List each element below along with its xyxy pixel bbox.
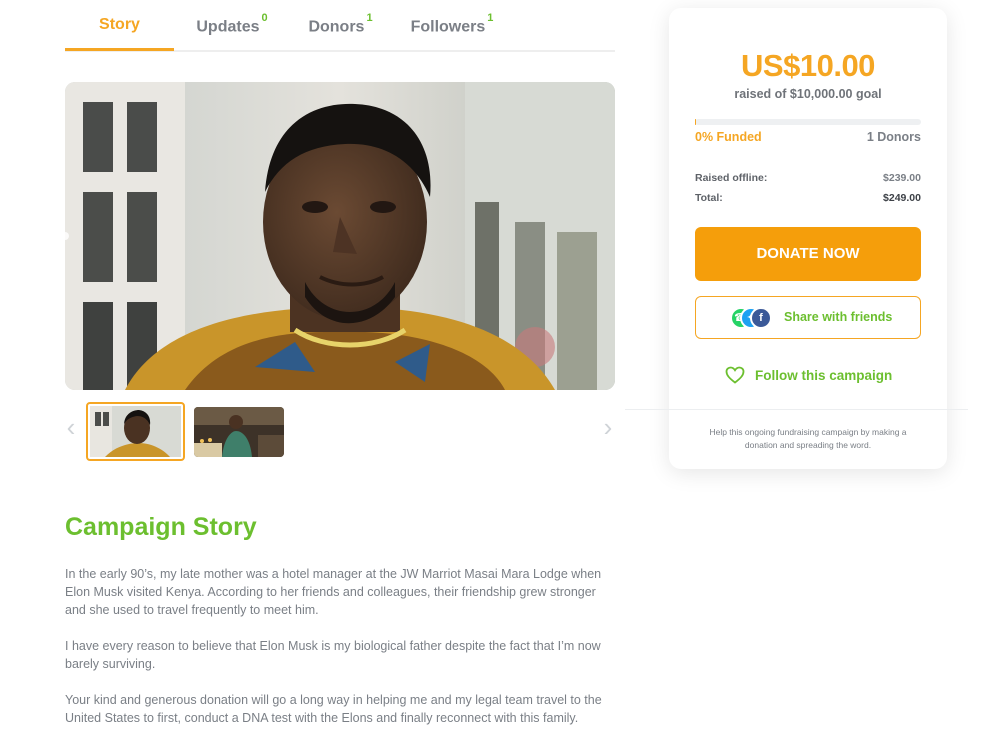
facebook-icon: f	[750, 307, 772, 329]
tab-updates[interactable]: Updates0	[187, 12, 277, 52]
campaign-story-title: Campaign Story	[65, 513, 257, 541]
share-icons: ☎ ✦ f	[730, 307, 776, 329]
gallery-prev-button[interactable]: ‹	[61, 412, 81, 442]
donation-card: US$10.00 raised of $10,000.00 goal 0% Fu…	[669, 8, 947, 469]
amount-raised: US$10.00	[741, 48, 875, 83]
tab-donors-count: 1	[366, 12, 373, 24]
heart-icon	[725, 366, 745, 389]
active-tab-indicator	[65, 48, 174, 51]
tab-followers-count: 1	[487, 12, 494, 24]
tab-story-label: Story	[99, 16, 140, 33]
share-with-friends-button[interactable]: ☎ ✦ f Share with friends	[695, 296, 921, 339]
total-label: Total:	[695, 192, 723, 204]
donate-now-button[interactable]: DONATE NOW	[695, 227, 921, 281]
raised-offline-value: $239.00	[883, 172, 921, 184]
share-label: Share with friends	[784, 310, 893, 324]
gallery-next-button[interactable]: ›	[598, 412, 618, 442]
donors-count: 1 Donors	[866, 130, 921, 144]
tab-updates-label: Updates	[196, 18, 260, 36]
goal-text: raised of $10,000.00 goal	[734, 87, 882, 101]
tab-donors-label: Donors	[308, 18, 365, 36]
help-text: Help this ongoing fundraising campaign b…	[709, 427, 907, 450]
tab-followers[interactable]: Followers1	[407, 12, 497, 52]
tab-followers-label: Followers	[410, 18, 486, 36]
story-paragraph-3: Your kind and generous donation will go …	[65, 693, 602, 725]
total-value: $249.00	[883, 192, 921, 204]
tab-updates-count: 0	[261, 12, 268, 24]
chevron-right-icon: ›	[603, 412, 613, 442]
story-paragraph-1: In the early 90’s, my late mother was a …	[65, 567, 602, 617]
chevron-left-icon: ‹	[66, 412, 76, 442]
thumbnail-birthday[interactable]	[194, 407, 284, 457]
story-paragraph-2: I have every reason to believe that Elon…	[65, 639, 601, 671]
campaign-tabs: Story Updates0 Donors1 Followers1	[65, 0, 615, 52]
tab-donors[interactable]: Donors1	[303, 12, 378, 52]
raised-offline-label: Raised offline:	[695, 172, 768, 184]
tab-story[interactable]: Story	[65, 16, 174, 52]
funding-progress-bar	[695, 119, 921, 125]
funded-percent: 0% Funded	[695, 130, 762, 144]
card-divider	[625, 409, 968, 410]
campaign-main-photo	[65, 82, 615, 390]
thumbnail-portrait[interactable]	[86, 402, 185, 461]
follow-label: Follow this campaign	[755, 368, 893, 383]
